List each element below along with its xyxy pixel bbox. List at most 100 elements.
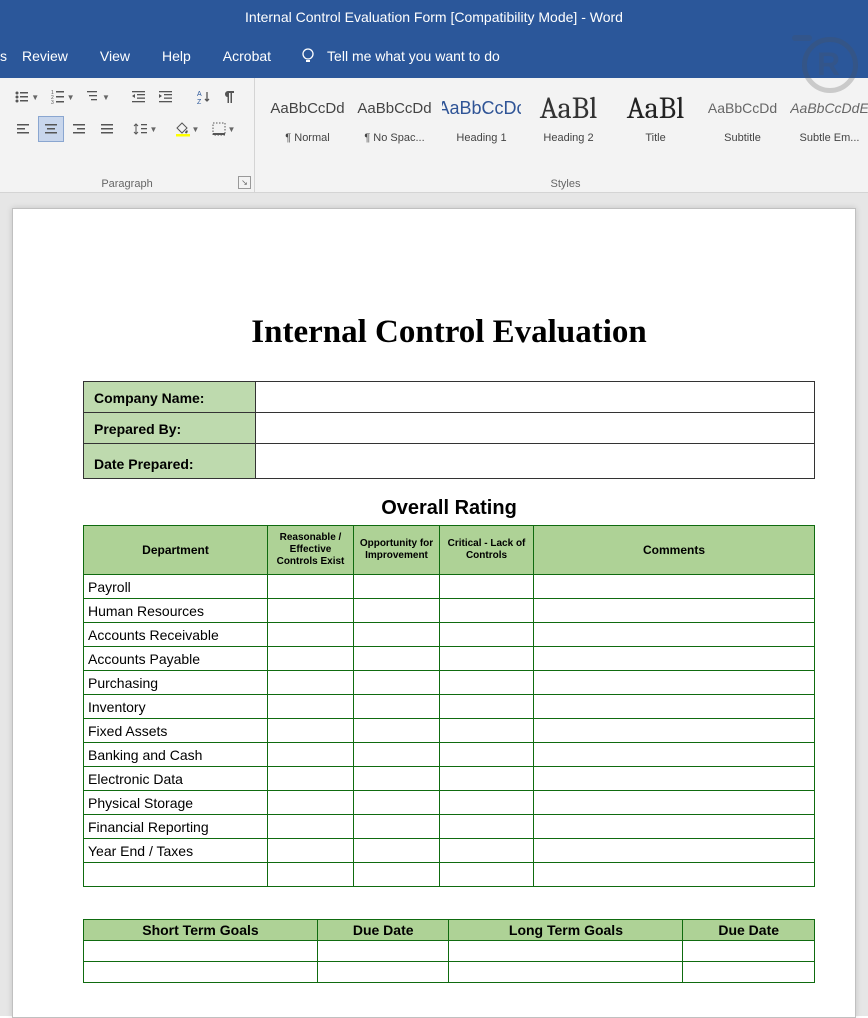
borders-button[interactable]: ▼ (206, 116, 240, 142)
table-row[interactable]: Banking and Cash (84, 743, 815, 767)
rating-cell[interactable] (534, 671, 815, 695)
rating-cell[interactable] (440, 647, 534, 671)
rating-header[interactable]: Comments (534, 526, 815, 575)
goals-cell[interactable] (84, 941, 318, 962)
rating-cell[interactable] (440, 815, 534, 839)
table-row[interactable]: Accounts Payable (84, 647, 815, 671)
rating-cell[interactable] (268, 719, 354, 743)
goals-cell[interactable] (84, 962, 318, 983)
document-page[interactable]: Internal Control Evaluation Company Name… (12, 208, 856, 1018)
rating-cell[interactable] (268, 743, 354, 767)
rating-cell[interactable] (534, 599, 815, 623)
goals-header[interactable]: Due Date (683, 920, 815, 941)
numbering-button[interactable]: 123▼ (45, 84, 78, 110)
header-row[interactable]: Company Name: (84, 382, 815, 413)
rating-cell[interactable] (534, 863, 815, 887)
overall-rating-title[interactable]: Overall Rating (83, 497, 815, 520)
rating-cell[interactable] (440, 671, 534, 695)
rating-cell[interactable] (440, 575, 534, 599)
table-row[interactable] (84, 863, 815, 887)
rating-cell[interactable] (534, 719, 815, 743)
table-row[interactable]: Financial Reporting (84, 815, 815, 839)
goals-cell[interactable] (317, 941, 449, 962)
department-cell[interactable]: Banking and Cash (84, 743, 268, 767)
goals-cell[interactable] (683, 941, 815, 962)
rating-cell[interactable] (440, 599, 534, 623)
rating-cell[interactable] (534, 743, 815, 767)
tab-review[interactable]: Review (6, 40, 84, 72)
rating-cell[interactable] (268, 647, 354, 671)
rating-cell[interactable] (534, 839, 815, 863)
goals-header[interactable]: Short Term Goals (84, 920, 318, 941)
department-cell[interactable]: Financial Reporting (84, 815, 268, 839)
rating-cell[interactable] (354, 743, 440, 767)
rating-cell[interactable] (268, 623, 354, 647)
rating-cell[interactable] (354, 767, 440, 791)
rating-cell[interactable] (440, 743, 534, 767)
rating-cell[interactable] (534, 623, 815, 647)
style-heading-1[interactable]: AaBbCcDcHeading 1 (439, 84, 524, 157)
table-row[interactable] (84, 941, 815, 962)
rating-cell[interactable] (354, 599, 440, 623)
goals-header[interactable]: Long Term Goals (449, 920, 683, 941)
rating-cell[interactable] (440, 863, 534, 887)
department-cell[interactable]: Inventory (84, 695, 268, 719)
rating-cell[interactable] (440, 719, 534, 743)
style-subtitle[interactable]: AaBbCcDdSubtitle (700, 84, 785, 157)
rating-cell[interactable] (534, 767, 815, 791)
table-row[interactable]: Physical Storage (84, 791, 815, 815)
header-value[interactable] (256, 413, 815, 444)
rating-cell[interactable] (354, 719, 440, 743)
rating-cell[interactable] (440, 623, 534, 647)
rating-cell[interactable] (268, 671, 354, 695)
styles-gallery[interactable]: AaBbCcDd¶ NormalAaBbCcDd¶ No Spac...AaBb… (265, 84, 868, 157)
justify-button[interactable] (94, 116, 120, 142)
rating-cell[interactable] (534, 575, 815, 599)
department-cell[interactable]: Accounts Payable (84, 647, 268, 671)
style---no-spac---[interactable]: AaBbCcDd¶ No Spac... (352, 84, 437, 157)
rating-cell[interactable] (354, 647, 440, 671)
rating-cell[interactable] (354, 815, 440, 839)
table-row[interactable]: Human Resources (84, 599, 815, 623)
header-label[interactable]: Date Prepared: (84, 444, 256, 479)
tell-me-search[interactable]: Tell me what you want to do (299, 47, 500, 65)
tab-acrobat[interactable]: Acrobat (207, 40, 287, 72)
rating-cell[interactable] (440, 791, 534, 815)
table-row[interactable]: Electronic Data (84, 767, 815, 791)
table-row[interactable]: Accounts Receivable (84, 623, 815, 647)
table-row[interactable] (84, 962, 815, 983)
rating-header[interactable]: Critical - Lack of Controls (440, 526, 534, 575)
rating-cell[interactable] (268, 575, 354, 599)
header-info-table[interactable]: Company Name:Prepared By:Date Prepared: (83, 381, 815, 479)
header-label[interactable]: Company Name: (84, 382, 256, 413)
rating-header[interactable]: Reasonable / Effective Controls Exist (268, 526, 354, 575)
rating-cell[interactable] (354, 623, 440, 647)
goals-cell[interactable] (449, 941, 683, 962)
department-cell[interactable]: Fixed Assets (84, 719, 268, 743)
style-title[interactable]: AaBlTitle (613, 84, 698, 157)
show-marks-button[interactable] (218, 84, 244, 110)
department-cell[interactable]: Human Resources (84, 599, 268, 623)
sort-button[interactable]: AZ (191, 84, 217, 110)
rating-cell[interactable] (268, 767, 354, 791)
rating-cell[interactable] (268, 695, 354, 719)
shading-button[interactable]: ▼ (170, 116, 204, 142)
table-row[interactable]: Payroll (84, 575, 815, 599)
header-label[interactable]: Prepared By: (84, 413, 256, 444)
rating-cell[interactable] (354, 839, 440, 863)
paragraph-dialog-launcher[interactable]: ↘ (238, 176, 251, 189)
tab-view[interactable]: View (84, 40, 146, 72)
multilevel-list-button[interactable]: ▼ (81, 84, 114, 110)
table-row[interactable]: Purchasing (84, 671, 815, 695)
rating-cell[interactable] (534, 791, 815, 815)
rating-cell[interactable] (354, 695, 440, 719)
header-row[interactable]: Prepared By: (84, 413, 815, 444)
align-left-button[interactable] (10, 116, 36, 142)
rating-cell[interactable] (354, 791, 440, 815)
increase-indent-button[interactable] (154, 84, 180, 110)
rating-cell[interactable] (268, 815, 354, 839)
tab-help[interactable]: Help (146, 40, 207, 72)
rating-table[interactable]: DepartmentReasonable / Effective Control… (83, 525, 815, 887)
rating-cell[interactable] (440, 767, 534, 791)
align-center-button[interactable] (38, 116, 64, 142)
